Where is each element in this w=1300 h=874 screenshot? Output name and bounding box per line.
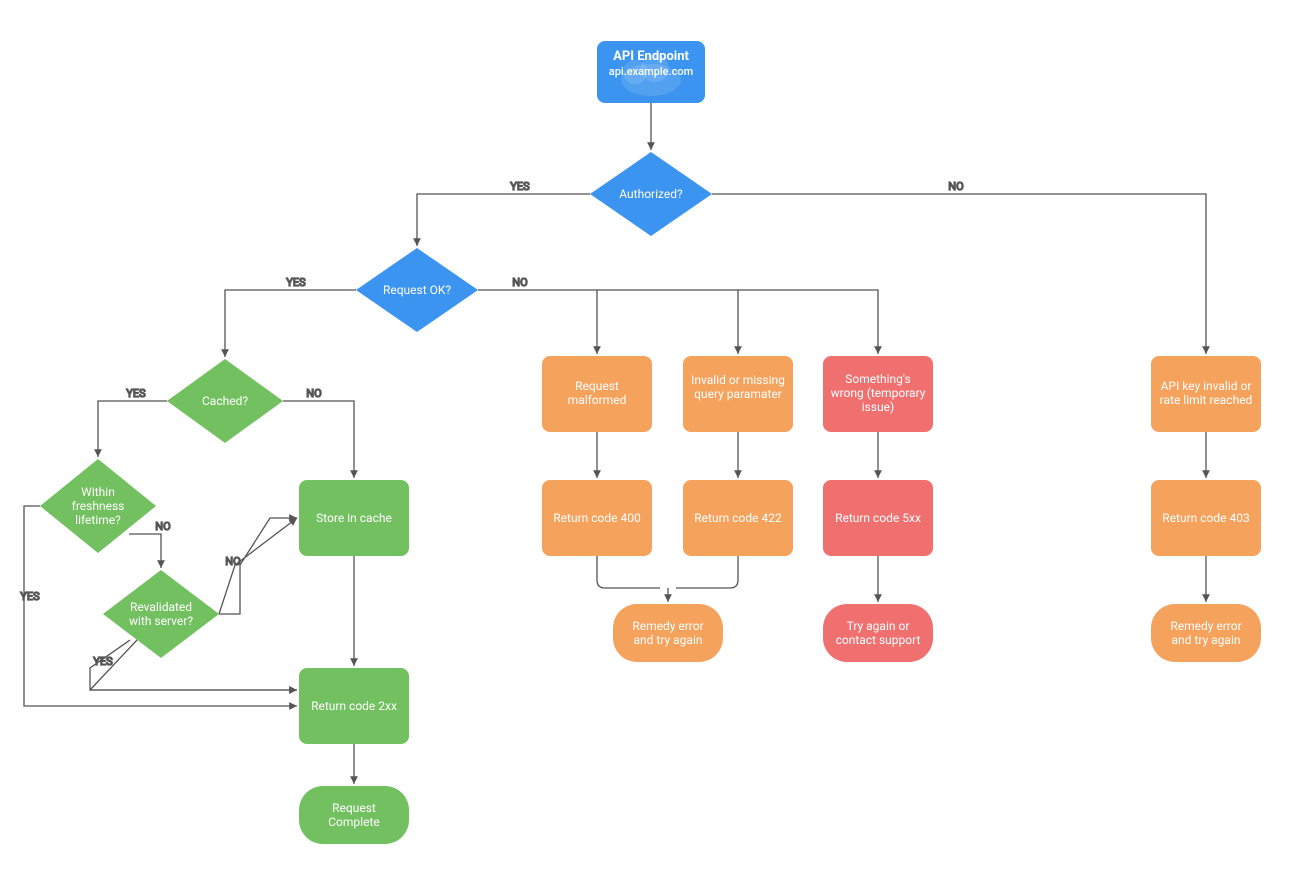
svg-text:Cached?: Cached? [202,394,248,408]
svg-text:contact support: contact support [836,633,921,647]
svg-text:Invalid or missing: Invalid or missing [691,373,785,387]
return-400-node: Return code 400 [542,480,652,556]
svg-text:Request OK?: Request OK? [383,283,451,297]
svg-text:and try again: and try again [634,633,703,647]
svg-text:with server?: with server? [129,614,193,628]
svg-text:Return code 5xx: Return code 5xx [835,511,921,525]
svg-text:issue): issue) [862,400,894,414]
svg-text:Request: Request [575,379,619,393]
svg-text:Something's: Something's [845,372,911,386]
svg-text:lifetime?: lifetime? [75,513,121,527]
start-title: API Endpoint [613,49,689,64]
remedy-error-2-node: Remedy error and try again [1151,604,1261,662]
svg-text:Request: Request [332,801,376,815]
svg-text:Return code 400: Return code 400 [553,511,641,525]
flowchart-diagram: API Endpoint api.example.com Authorized?… [0,0,1300,874]
svg-text:YES: YES [93,655,113,668]
svg-text:Complete: Complete [328,815,380,829]
svg-text:NO: NO [155,520,170,533]
svg-text:wrong (temporary: wrong (temporary [831,386,926,400]
svg-text:Store in cache: Store in cache [316,511,392,525]
edge-label-yes: YES [510,180,530,193]
request-malformed-node: Request malformed [542,356,652,432]
svg-text:NO: NO [512,276,527,289]
return-403-node: Return code 403 [1151,480,1261,556]
remedy-error-1-node: Remedy error and try again [613,604,723,662]
somethings-wrong-node: Something's wrong (temporary issue) [823,356,933,432]
freshness-decision: Within freshness lifetime? [40,459,156,553]
svg-text:Return code 2xx: Return code 2xx [311,699,397,713]
svg-text:YES: YES [20,590,40,603]
svg-text:query paramater: query paramater [694,387,782,401]
svg-text:Authorized?: Authorized? [619,187,683,201]
svg-text:freshness: freshness [72,499,125,513]
svg-text:Within: Within [81,485,115,499]
svg-text:malformed: malformed [568,393,627,407]
request-complete-node: Request Complete [299,786,409,844]
return-422-node: Return code 422 [683,480,793,556]
svg-text:Return code 403: Return code 403 [1162,511,1249,525]
api-key-invalid-node: API key invalid or rate limit reached [1151,356,1261,432]
cached-decision: Cached? [167,359,283,443]
svg-text:Remedy error: Remedy error [632,619,703,633]
svg-text:Revalidated: Revalidated [130,600,192,614]
svg-text:and try again: and try again [1172,633,1241,647]
authorized-decision: Authorized? [590,152,712,236]
return-5xx-node: Return code 5xx [823,480,933,556]
svg-text:API key invalid or: API key invalid or [1161,379,1252,393]
revalidated-decision: Revalidated with server? [103,570,219,658]
svg-text:Return code 422: Return code 422 [694,511,782,525]
store-in-cache-node: Store in cache [299,480,409,556]
request-ok-decision: Request OK? [356,248,478,332]
svg-text:Try again or: Try again or [847,619,910,633]
svg-text:NO: NO [306,387,321,400]
svg-text:YES: YES [286,276,306,289]
try-again-node: Try again or contact support [823,604,933,662]
edge-label-no: NO [948,180,963,193]
invalid-query-node: Invalid or missing query paramater [683,356,793,432]
svg-text:YES: YES [126,387,146,400]
svg-text:rate limit reached: rate limit reached [1160,393,1253,407]
svg-text:NO: NO [225,555,240,568]
svg-text:Remedy error: Remedy error [1170,619,1241,633]
start-subtitle: api.example.com [609,65,693,78]
return-2xx-node: Return code 2xx [299,668,409,744]
start-node: API Endpoint api.example.com [597,41,705,103]
